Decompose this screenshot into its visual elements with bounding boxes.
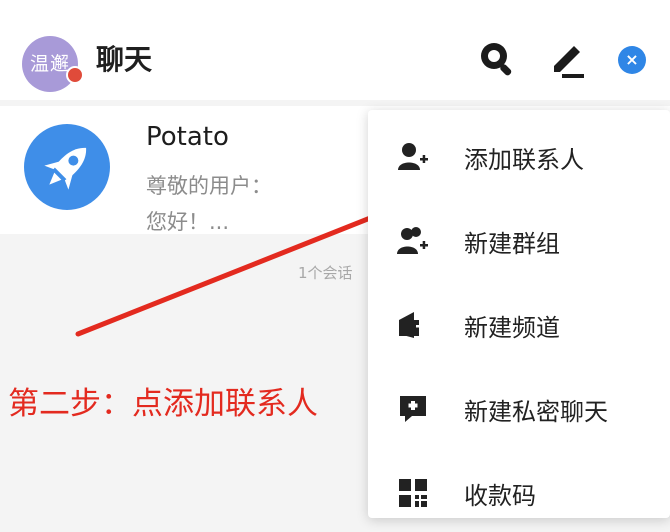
qr-code-icon [399,479,427,507]
menu-item-private-chat[interactable]: 新建私密聊天 [368,368,670,448]
menu-item-label: 添加联系人 [464,146,584,174]
private-chat-icon [400,396,426,422]
new-group-icon [397,227,428,254]
menu-item-new-group[interactable]: 新建群组 [368,200,670,280]
dropdown-menu: 添加联系人 新建群组 新建频道 新建私密聊天 收款码 [368,110,670,518]
menu-item-label: 收款码 [464,482,536,510]
add-contact-icon [398,143,428,170]
new-channel-icon [399,312,426,338]
menu-item-label: 新建频道 [464,314,560,342]
menu-item-add-contact[interactable]: 添加联系人 [368,116,670,196]
menu-item-label: 新建私密聊天 [464,398,608,426]
menu-item-qr-code[interactable]: 收款码 [368,452,670,532]
menu-item-new-channel[interactable]: 新建频道 [368,284,670,364]
menu-item-label: 新建群组 [464,230,560,258]
